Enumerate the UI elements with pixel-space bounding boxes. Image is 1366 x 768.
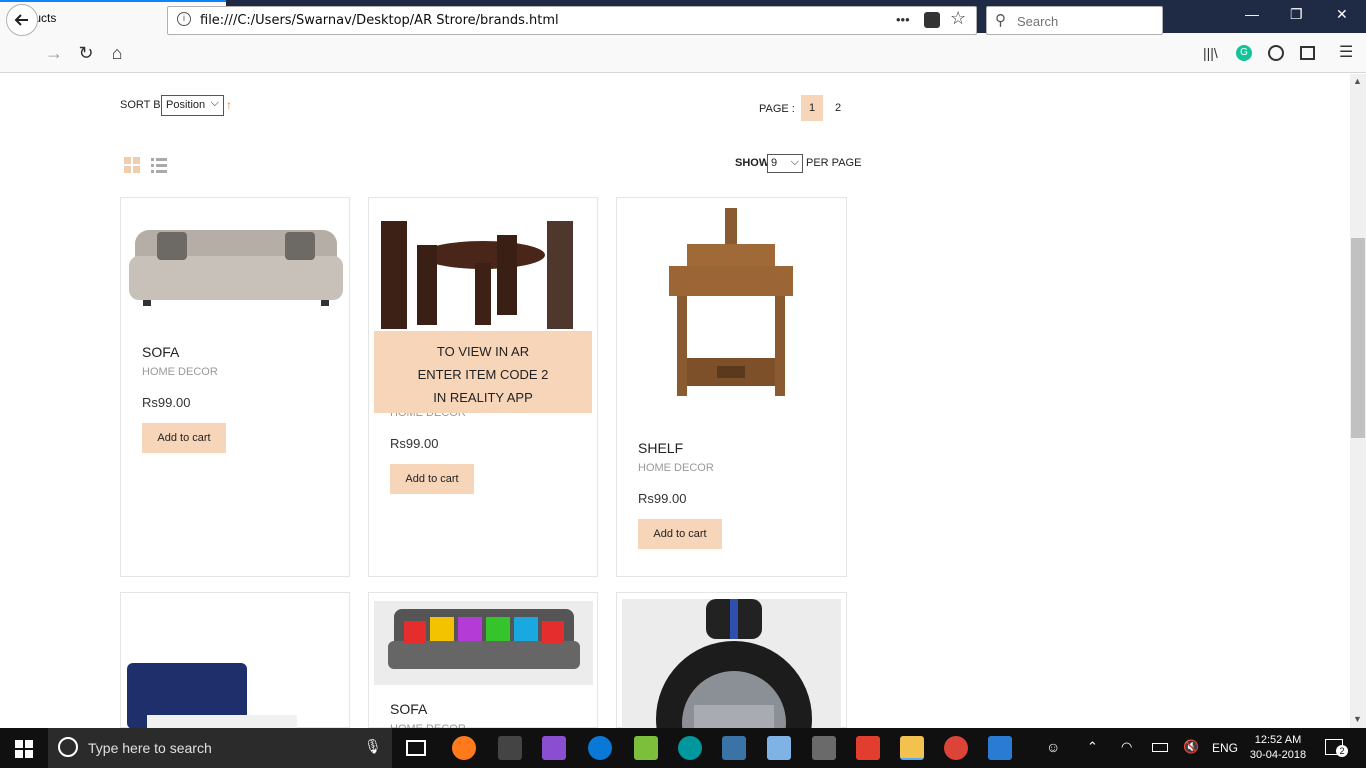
scroll-down-icon[interactable]: ▼ — [1353, 714, 1362, 724]
product-category: HOME DECOR — [142, 366, 218, 378]
url-text: file:///C:/Users/Swarnav/Desktop/AR Stro… — [200, 13, 559, 28]
visual-studio-icon[interactable] — [542, 736, 566, 760]
bed-image — [127, 663, 297, 729]
product-price: Rs99.00 — [390, 436, 439, 451]
per-page-label: PER PAGE — [806, 157, 862, 169]
dining-table-image — [381, 221, 573, 329]
page-label: PAGE : — [759, 103, 795, 115]
sofa-image — [129, 230, 343, 306]
add-to-cart-button[interactable]: Add to cart — [390, 464, 474, 494]
edge-icon[interactable] — [588, 736, 612, 760]
unity-icon[interactable] — [498, 736, 522, 760]
grid-view-icon[interactable] — [124, 157, 140, 173]
list-view-icon[interactable] — [151, 157, 167, 173]
grammarly-icon[interactable]: G — [1236, 45, 1252, 61]
per-page-value: 9 — [771, 157, 778, 169]
product-card — [616, 592, 847, 729]
tools-icon[interactable] — [812, 736, 836, 760]
minimize-icon[interactable]: — — [1245, 6, 1259, 22]
sort-value: Position — [166, 99, 206, 111]
task-view-icon[interactable] — [406, 740, 426, 756]
product-name[interactable]: SHELF — [638, 440, 683, 456]
product-name[interactable]: SOFA — [142, 344, 179, 360]
search-placeholder: Search — [1017, 14, 1059, 29]
navigation-bar — [0, 33, 1366, 73]
ar-line-3: IN REALITY APP — [433, 390, 533, 405]
product-price: Rs99.00 — [142, 395, 191, 410]
reload-icon[interactable]: ↻ — [74, 42, 98, 66]
clock-date: 30-04-2018 — [1249, 749, 1307, 761]
product-name[interactable]: SOFA — [390, 701, 427, 717]
sort-direction-icon[interactable]: ↑ — [226, 98, 232, 112]
menu-icon[interactable]: ☰ — [1339, 42, 1353, 62]
sidebar-icon[interactable] — [1300, 46, 1315, 60]
add-to-cart-button[interactable]: Add to cart — [638, 519, 722, 549]
people-icon[interactable]: ☺ — [1046, 739, 1060, 755]
clock[interactable]: 12:52 AM 30-04-2018 — [1248, 733, 1308, 763]
per-page-select[interactable]: 9 ⌵ — [767, 154, 803, 173]
page-actions-icon[interactable]: ••• — [896, 12, 910, 27]
chevron-down-icon: ⌵ — [790, 156, 799, 168]
volume-muted-icon[interactable]: 🔇 — [1183, 739, 1199, 755]
colorful-sofa-image — [374, 601, 593, 685]
microphone-icon[interactable]: 🎙 — [364, 738, 382, 755]
back-button[interactable] — [6, 4, 38, 36]
office-icon[interactable] — [856, 736, 880, 760]
ar-info-overlay: TO VIEW IN AR ENTER ITEM CODE 2 IN REALI… — [374, 331, 592, 413]
ar-line-1: TO VIEW IN AR — [436, 344, 530, 359]
chrome-icon[interactable] — [944, 736, 968, 760]
sort-select[interactable]: Position ⌵ — [161, 95, 224, 116]
bookmark-star-icon[interactable]: ☆ — [950, 8, 966, 29]
android-studio-icon[interactable] — [634, 736, 658, 760]
close-window-icon[interactable]: ✕ — [1336, 6, 1348, 23]
show-label: SHOW — [735, 157, 770, 169]
battery-icon[interactable] — [1152, 743, 1168, 752]
taskbar-search-box[interactable]: Type here to search 🎙 — [48, 728, 392, 768]
extension-icon[interactable] — [1268, 45, 1284, 61]
library-icon[interactable]: |||\ — [1203, 45, 1218, 61]
chevron-down-icon: ⌵ — [210, 97, 219, 109]
tray-chevron-up-icon[interactable]: ⌃ — [1087, 739, 1098, 755]
product-card: SOFA HOME DECOR — [368, 592, 598, 735]
product-card: SOFA HOME DECOR Rs99.00 Add to cart — [120, 197, 350, 577]
arduino-icon[interactable] — [678, 736, 702, 760]
notification-badge: 2 — [1336, 745, 1348, 757]
search-icon: ⚲ — [995, 12, 1006, 29]
file-explorer-icon[interactable] — [900, 736, 924, 760]
shelf-image — [669, 208, 793, 396]
clock-time: 12:52 AM — [1254, 734, 1302, 746]
search-bar[interactable]: ⚲ Search — [986, 6, 1163, 35]
windows-start-icon[interactable] — [15, 740, 33, 758]
firefox-icon[interactable] — [452, 736, 476, 760]
pocket-icon[interactable] — [924, 12, 940, 28]
product-card — [120, 592, 350, 729]
cortana-icon — [58, 737, 78, 757]
3d-builder-icon[interactable] — [767, 736, 791, 760]
scroll-up-icon[interactable]: ▲ — [1353, 76, 1362, 86]
add-to-cart-button[interactable]: Add to cart — [142, 423, 226, 453]
ar-line-2: ENTER ITEM CODE 2 — [417, 367, 549, 382]
python-icon[interactable] — [722, 736, 746, 760]
page-1-link[interactable]: 1 — [801, 95, 823, 121]
watch-image — [622, 599, 841, 729]
back-arrow-icon — [14, 14, 28, 26]
scrollbar-thumb[interactable] — [1351, 238, 1365, 438]
page-2-link[interactable]: 2 — [829, 95, 847, 121]
app-window-icon[interactable] — [988, 736, 1012, 760]
product-card: SHELF HOME DECOR Rs99.00 Add to cart — [616, 197, 847, 577]
language-indicator[interactable]: ENG — [1212, 741, 1238, 755]
wifi-icon[interactable]: ◠ — [1121, 739, 1132, 755]
url-bar[interactable]: i file:///C:/Users/Swarnav/Desktop/AR St… — [167, 6, 977, 35]
taskbar-search-placeholder: Type here to search — [88, 740, 212, 756]
restore-icon[interactable]: ❐ — [1290, 6, 1303, 23]
product-price: Rs99.00 — [638, 491, 687, 506]
forward-icon[interactable]: → — [42, 42, 66, 66]
info-icon[interactable]: i — [177, 12, 191, 26]
home-icon[interactable]: ⌂ — [105, 42, 129, 66]
product-category: HOME DECOR — [638, 462, 714, 474]
